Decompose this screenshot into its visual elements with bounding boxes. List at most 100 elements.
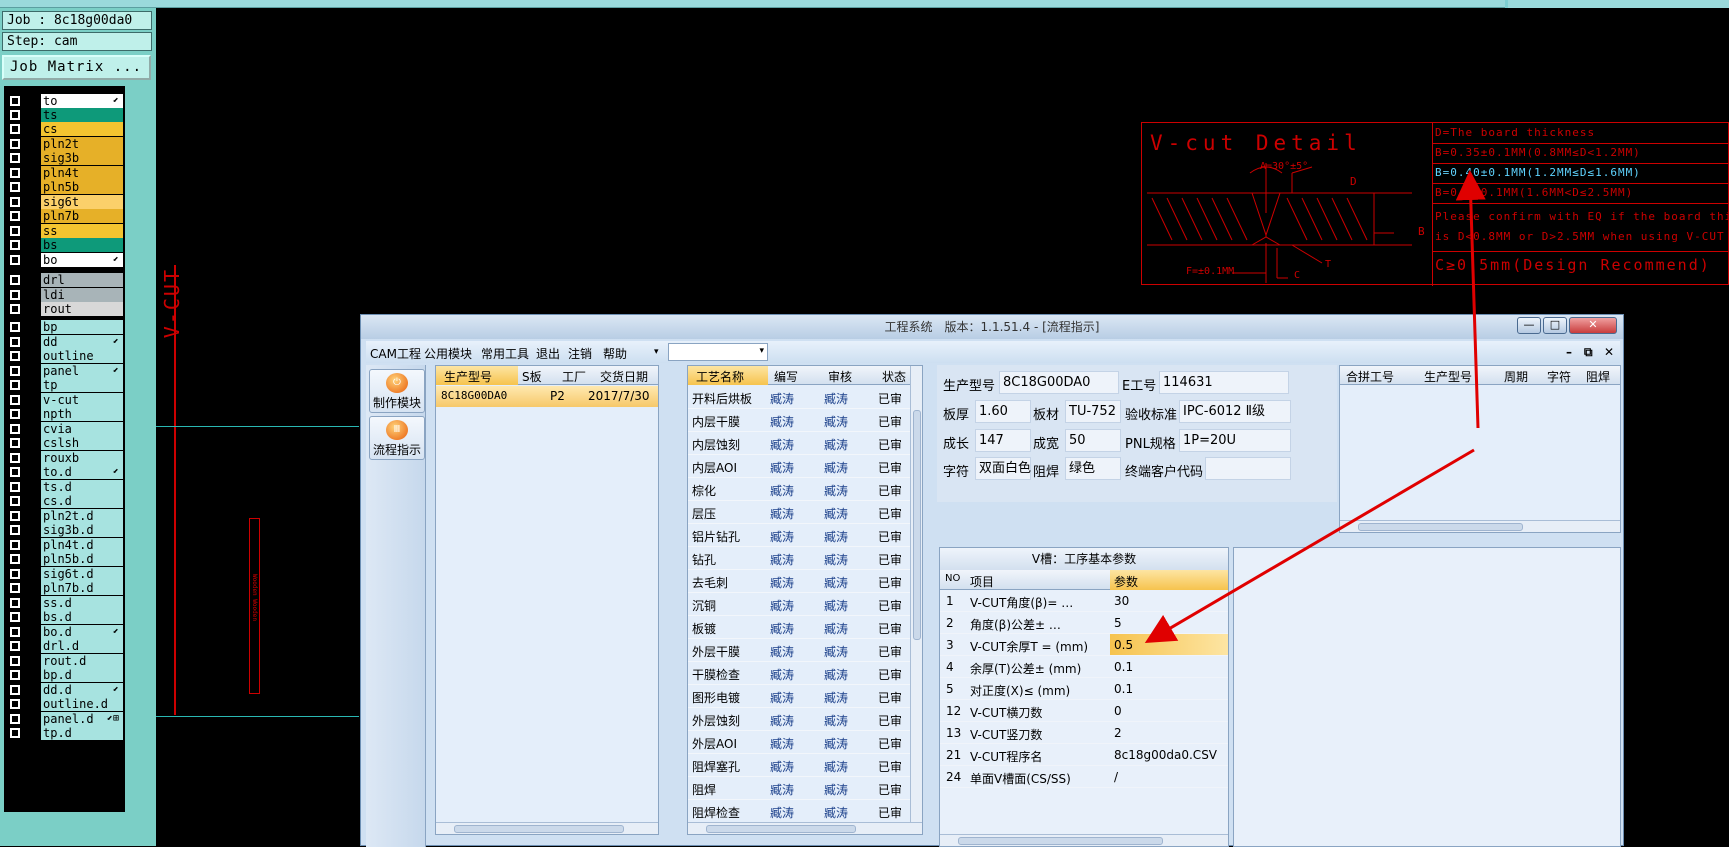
menu-help[interactable]: 帮助 <box>603 345 627 362</box>
toolbar-combo[interactable]: ▾ <box>668 343 768 361</box>
param-row[interactable]: 24 单面V槽面(CS/SS) / <box>940 766 1228 788</box>
table-row[interactable]: 内层AOI 臧涛 臧涛 已审 <box>688 455 910 478</box>
layer-name[interactable]: pln2t <box>41 137 123 151</box>
menu-logout[interactable]: 注销 <box>568 345 592 362</box>
layer-name[interactable]: pln5b <box>41 180 123 194</box>
layer-checkbox[interactable] <box>10 96 20 106</box>
layer-checkbox[interactable] <box>10 453 20 463</box>
layer-row[interactable]: v-cut <box>4 393 125 407</box>
layer-row[interactable]: tp.d <box>4 726 125 740</box>
layer-name[interactable]: outline.d <box>41 697 123 711</box>
table-row[interactable]: 外层蚀刻 臧涛 臧涛 已审 <box>688 708 910 731</box>
layer-name[interactable]: sig6t.d <box>41 567 123 581</box>
param-row[interactable]: 3 V-CUT余厚T = (mm) 0.5 <box>940 634 1228 656</box>
layer-row[interactable]: ldi <box>4 288 125 302</box>
layer-name[interactable]: drl <box>41 273 123 287</box>
layer-checkbox[interactable] <box>10 540 20 550</box>
layer-row[interactable]: sig3b.d <box>4 523 125 537</box>
layer-checkbox[interactable] <box>10 685 20 695</box>
col-author[interactable]: 编写 <box>774 368 798 385</box>
param-row[interactable]: 4 余厚(T)公差± (mm) 0.1 <box>940 656 1228 678</box>
layer-name[interactable]: panel.d ⬋⊞ <box>41 712 123 726</box>
layer-row[interactable]: pln4t.d <box>4 538 125 552</box>
layer-checkbox[interactable] <box>10 511 20 521</box>
layer-row[interactable]: pln5b <box>4 180 125 194</box>
layer-name[interactable]: pln4t <box>41 166 123 180</box>
info-value[interactable]: IPC-6012 Ⅱ级 <box>1179 400 1291 423</box>
info-value[interactable]: 8C18G00DA0 <box>999 371 1119 394</box>
table-row[interactable]: 内层蚀刻 臧涛 臧涛 已审 <box>688 432 910 455</box>
param-row[interactable]: 21 V-CUT程序名 8c18g00da0.CSV <box>940 744 1228 766</box>
table-row[interactable]: 棕化 臧涛 臧涛 已审 <box>688 478 910 501</box>
layer-name[interactable]: sig6t <box>41 195 123 209</box>
col-merge-no[interactable]: 合拼工号 <box>1346 368 1394 385</box>
layer-row[interactable]: sig3b <box>4 151 125 165</box>
layer-checkbox[interactable] <box>10 351 20 361</box>
job-grid-hscroll[interactable] <box>436 822 658 834</box>
layer-name[interactable]: cs.d <box>41 494 123 508</box>
table-row[interactable]: 去毛刺 臧涛 臧涛 已审 <box>688 570 910 593</box>
process-grid-hscroll[interactable] <box>688 822 922 834</box>
table-row[interactable]: 图形电镀 臧涛 臧涛 已审 <box>688 685 910 708</box>
layer-name[interactable]: bo.d ⬋ <box>41 625 123 639</box>
layer-row[interactable]: outline <box>4 349 125 363</box>
layer-checkbox[interactable] <box>10 424 20 434</box>
layer-row[interactable]: sig6t <box>4 195 125 209</box>
menu-common-module[interactable]: 公用模块 <box>424 345 472 362</box>
layer-name[interactable]: bp.d <box>41 668 123 682</box>
layer-row[interactable]: pln4t <box>4 166 125 180</box>
layer-checkbox[interactable] <box>10 182 20 192</box>
layer-row[interactable]: outline.d <box>4 697 125 711</box>
info-value[interactable]: TU-752 <box>1065 400 1121 423</box>
layer-row[interactable]: bs <box>4 238 125 252</box>
layer-checkbox[interactable] <box>10 627 20 637</box>
layer-name[interactable]: drl.d <box>41 639 123 653</box>
layer-row[interactable]: to ⬋ <box>4 94 125 108</box>
col-merge-model[interactable]: 生产型号 <box>1424 368 1472 385</box>
layer-row[interactable]: bo ⬋ <box>4 253 125 267</box>
layer-name[interactable]: pln2t.d <box>41 509 123 523</box>
layer-checkbox[interactable] <box>10 240 20 250</box>
layer-name[interactable]: pln7b <box>41 209 123 223</box>
layer-checkbox[interactable] <box>10 612 20 622</box>
layer-checkbox[interactable] <box>10 211 20 221</box>
layer-row[interactable]: bp <box>4 320 125 334</box>
layer-row[interactable]: cvia <box>4 422 125 436</box>
layer-checkbox[interactable] <box>10 583 20 593</box>
layer-checkbox[interactable] <box>10 380 20 390</box>
layer-row[interactable]: ts.d <box>4 480 125 494</box>
layer-name[interactable]: tp <box>41 378 123 392</box>
layer-checkbox[interactable] <box>10 496 20 506</box>
layer-name[interactable]: to ⬋ <box>41 94 123 108</box>
param-row[interactable]: 12 V-CUT横刀数 0 <box>940 700 1228 722</box>
layer-row[interactable]: drl.d <box>4 639 125 653</box>
table-row[interactable]: 干膜检查 臧涛 臧涛 已审 <box>688 662 910 685</box>
menu-cam[interactable]: CAM工程 <box>370 345 421 362</box>
menu-exit[interactable]: 退出 <box>536 345 560 362</box>
mdi-restore-icon[interactable]: ⧉ <box>1584 345 1593 360</box>
col-solder[interactable]: 阻焊 <box>1586 368 1610 385</box>
info-value[interactable]: 50 <box>1065 429 1121 452</box>
table-row[interactable]: 沉铜 臧涛 臧涛 已审 <box>688 593 910 616</box>
layer-name[interactable]: sig3b.d <box>41 523 123 537</box>
layer-checkbox[interactable] <box>10 699 20 709</box>
layer-name[interactable]: rouxb <box>41 451 123 465</box>
layer-row[interactable]: rout.d <box>4 654 125 668</box>
layer-row[interactable]: panel.d ⬋⊞ <box>4 712 125 726</box>
layer-checkbox[interactable] <box>10 409 20 419</box>
flow-guide-button[interactable]: Ⅲ 流程指示 <box>369 416 425 460</box>
layer-row[interactable]: dd.d ⬋ <box>4 683 125 697</box>
layer-checkbox[interactable] <box>10 395 20 405</box>
layer-row[interactable]: tp <box>4 378 125 392</box>
col-factory[interactable]: 工厂 <box>562 368 586 385</box>
info-value[interactable]: 双面白色 <box>975 457 1031 480</box>
table-row[interactable]: 板镀 臧涛 臧涛 已审 <box>688 616 910 639</box>
layer-checkbox[interactable] <box>10 124 20 134</box>
layer-row[interactable]: panel ⬋ <box>4 364 125 378</box>
vgroove-hscroll[interactable] <box>940 834 1228 846</box>
table-row[interactable]: 阻焊塞孔 臧涛 臧涛 已审 <box>688 754 910 777</box>
layer-name[interactable]: ss.d <box>41 596 123 610</box>
layer-row[interactable]: sig6t.d <box>4 567 125 581</box>
layer-row[interactable]: drl <box>4 273 125 287</box>
table-row[interactable]: 阻焊 臧涛 臧涛 已审 <box>688 777 910 800</box>
